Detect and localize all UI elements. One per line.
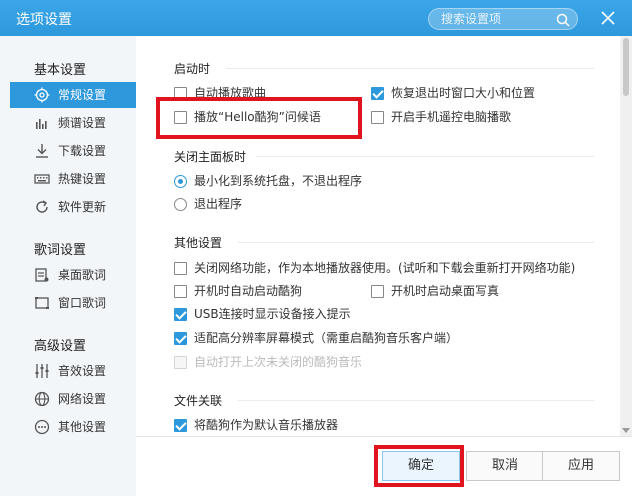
radio[interactable] [174, 198, 187, 211]
sidebar-group-lyrics: 歌词设置 [34, 243, 87, 258]
sidebar-item-label: 窗口歌词 [58, 296, 107, 310]
update-icon [36, 200, 48, 213]
sidebar-item-label: 网络设置 [58, 392, 107, 406]
section-divider [238, 400, 594, 401]
option-label: 开机时自动启动酷狗 [194, 284, 303, 298]
option-label: 开机时启动桌面写真 [391, 284, 500, 298]
checkbox[interactable] [371, 87, 384, 100]
sidebar-item-label: 下载设置 [58, 144, 107, 158]
checkbox[interactable] [174, 111, 187, 124]
sidebar-item-label: 桌面歌词 [58, 268, 107, 282]
option-hello-greeting[interactable]: 播放“Hello酷狗”问候语 [174, 108, 321, 126]
option-label: 播放“Hello酷狗”问候语 [194, 110, 321, 124]
option-label: 开启手机遥控电脑播歌 [391, 110, 512, 124]
section-title-startup: 启动时 [174, 62, 211, 76]
option-exit-program[interactable]: 退出程序 [174, 195, 242, 213]
option-restore-window[interactable]: 恢复退出时窗口大小和位置 [371, 84, 535, 102]
checkbox[interactable] [174, 87, 187, 100]
option-label: 退出程序 [194, 197, 243, 211]
option-default-player[interactable]: 将酷狗作为默认音乐播放器 [174, 416, 338, 434]
dialog-footer: 确定 取消 应用 [136, 436, 632, 496]
sidebar-item-other[interactable]: 其他设置 [10, 414, 136, 440]
section-divider [256, 156, 594, 157]
checkbox[interactable] [174, 332, 187, 345]
sidebar-item-label: 热键设置 [58, 172, 107, 186]
option-disable-network[interactable]: 关闭网络功能，作为本地播放器使用。(试听和下载会重新打开网络功能) [174, 259, 575, 277]
cancel-button[interactable]: 取消 [466, 451, 544, 481]
option-label: USB连接时显示设备接入提示 [194, 307, 351, 321]
scrollbar[interactable] [620, 36, 632, 436]
desktop-lyrics-icon [35, 268, 49, 282]
section-title-close-panel: 关闭主面板时 [174, 150, 247, 164]
sidebar-item-update[interactable]: 软件更新 [10, 194, 136, 220]
section-divider [226, 68, 594, 69]
network-icon [34, 391, 50, 407]
settings-panel: 启动时 自动播放歌曲 恢复退出时窗口大小和位置 播放“Hello酷狗”问候语 开… [136, 36, 620, 436]
checkbox[interactable] [371, 285, 384, 298]
sidebar-item-label: 其他设置 [58, 420, 107, 434]
sidebar-item-download[interactable]: 下载设置 [10, 138, 136, 164]
checkbox[interactable] [371, 111, 384, 124]
keyboard-icon [34, 174, 50, 184]
sidebar-item-general[interactable]: 常规设置 [10, 82, 136, 108]
checkbox[interactable] [174, 308, 187, 321]
option-desktop-photo[interactable]: 开机时启动桌面写真 [371, 282, 499, 300]
option-label: 最小化到系统托盘，不退出程序 [194, 174, 363, 188]
sidebar-item-desktop-lyrics[interactable]: 桌面歌词 [10, 262, 136, 288]
search-icon[interactable] [555, 12, 571, 28]
option-reopen-last: 自动打开上次未关闭的酷狗音乐 [174, 353, 362, 371]
option-phone-remote[interactable]: 开启手机遥控电脑播歌 [371, 108, 511, 126]
section-title-file-association: 文件关联 [174, 394, 223, 408]
checkbox [174, 356, 187, 369]
window-title: 选项设置 [16, 12, 72, 28]
ok-button[interactable]: 确定 [382, 451, 460, 481]
section-title-other: 其他设置 [174, 236, 223, 250]
sidebar-item-sound-effects[interactable]: 音效设置 [10, 358, 136, 384]
sidebar-item-label: 频谱设置 [58, 116, 107, 130]
option-usb-prompt[interactable]: USB连接时显示设备接入提示 [174, 305, 351, 323]
option-label: 将酷狗作为默认音乐播放器 [194, 418, 339, 432]
sidebar-item-label: 音效设置 [58, 364, 107, 378]
sidebar-group-advanced: 高级设置 [34, 339, 87, 354]
option-label: 恢复退出时窗口大小和位置 [391, 86, 536, 100]
option-minimize-tray[interactable]: 最小化到系统托盘，不退出程序 [174, 172, 362, 190]
search-input[interactable] [441, 11, 551, 27]
download-icon [36, 144, 48, 158]
title-bar: 选项设置 [0, 0, 632, 36]
gear-icon [34, 87, 50, 103]
checkbox[interactable] [174, 262, 187, 275]
radio[interactable] [174, 175, 187, 188]
search-box[interactable] [428, 8, 578, 30]
sidebar-item-window-lyrics[interactable]: 窗口歌词 [10, 290, 136, 316]
apply-button[interactable]: 应用 [542, 451, 620, 481]
spectrum-icon [36, 119, 47, 129]
sidebar-item-label: 软件更新 [58, 200, 107, 214]
checkbox[interactable] [174, 419, 187, 432]
option-label: 适配高分辨率屏幕模式（需重启酷狗音乐客户端） [194, 331, 459, 345]
option-high-dpi[interactable]: 适配高分辨率屏幕模式（需重启酷狗音乐客户端） [174, 329, 458, 347]
option-label: 关闭网络功能，作为本地播放器使用。(试听和下载会重新打开网络功能) [194, 261, 576, 275]
option-autoplay[interactable]: 自动播放歌曲 [174, 84, 266, 102]
option-label: 自动打开上次未关闭的酷狗音乐 [194, 355, 363, 369]
sidebar: 基本设置 常规设置 频谱设置 下载设置 热键设置 软件更新 歌词设置 桌面歌词 … [0, 36, 136, 496]
equalizer-icon [35, 364, 49, 378]
scroll-down-icon[interactable] [622, 426, 630, 434]
section-divider [238, 242, 594, 243]
sidebar-item-label: 常规设置 [58, 88, 107, 102]
window-lyrics-icon [35, 297, 49, 309]
sidebar-group-basic: 基本设置 [34, 63, 87, 78]
option-label: 自动播放歌曲 [194, 86, 267, 100]
more-icon [34, 419, 50, 435]
option-autostart[interactable]: 开机时自动启动酷狗 [174, 282, 302, 300]
sidebar-item-network[interactable]: 网络设置 [10, 386, 136, 412]
checkbox[interactable] [174, 285, 187, 298]
sidebar-item-spectrum[interactable]: 频谱设置 [10, 110, 136, 136]
sidebar-item-hotkey[interactable]: 热键设置 [10, 166, 136, 192]
scrollbar-thumb[interactable] [623, 38, 629, 96]
close-icon[interactable] [600, 10, 616, 26]
